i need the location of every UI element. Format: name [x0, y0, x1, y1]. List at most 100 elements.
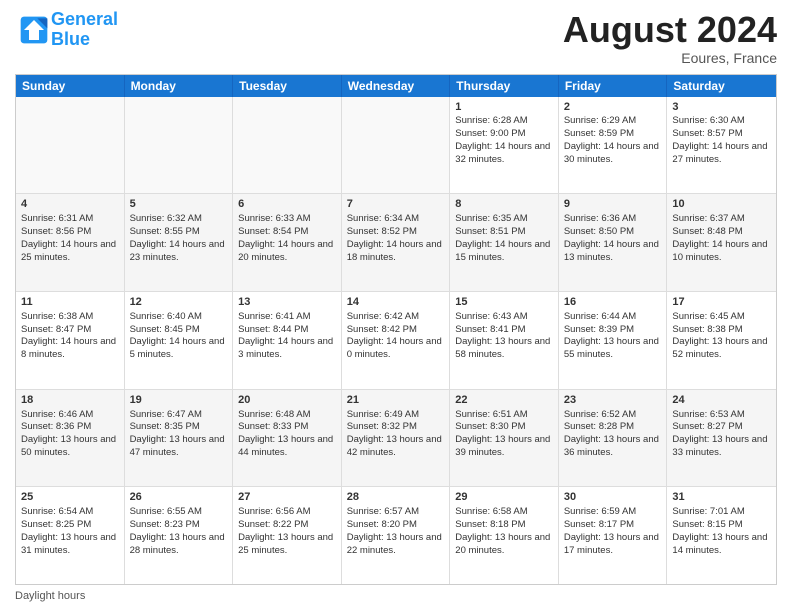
empty-cell	[342, 97, 451, 194]
day-cell-23: 23Sunrise: 6:52 AMSunset: 8:28 PMDayligh…	[559, 390, 668, 487]
logo: General Blue	[15, 10, 118, 50]
empty-cell	[16, 97, 125, 194]
day-cell-21: 21Sunrise: 6:49 AMSunset: 8:32 PMDayligh…	[342, 390, 451, 487]
day-number: 6	[238, 197, 336, 212]
day-info-line: Sunset: 8:54 PM	[238, 226, 336, 239]
day-info-line: Sunrise: 6:49 AM	[347, 409, 445, 422]
main-title: August 2024	[563, 10, 777, 50]
day-info-line: Daylight: 14 hours and 32 minutes.	[455, 141, 553, 167]
day-info-line: Sunrise: 6:31 AM	[21, 213, 119, 226]
day-info-line: Sunset: 8:55 PM	[130, 226, 228, 239]
day-info-line: Sunset: 8:47 PM	[21, 324, 119, 337]
day-cell-2: 2Sunrise: 6:29 AMSunset: 8:59 PMDaylight…	[559, 97, 668, 194]
day-info-line: Sunset: 8:22 PM	[238, 519, 336, 532]
calendar-row-0: 1Sunrise: 6:28 AMSunset: 9:00 PMDaylight…	[16, 97, 776, 195]
day-cell-27: 27Sunrise: 6:56 AMSunset: 8:22 PMDayligh…	[233, 487, 342, 584]
day-number: 30	[564, 490, 662, 505]
day-info-line: Sunrise: 6:33 AM	[238, 213, 336, 226]
day-info-line: Sunset: 8:56 PM	[21, 226, 119, 239]
calendar-row-2: 11Sunrise: 6:38 AMSunset: 8:47 PMDayligh…	[16, 292, 776, 390]
logo-icon	[19, 15, 49, 45]
logo-blue: Blue	[51, 29, 90, 49]
header-day-tuesday: Tuesday	[233, 75, 342, 97]
day-info-line: Sunset: 8:36 PM	[21, 421, 119, 434]
empty-cell	[125, 97, 234, 194]
day-cell-12: 12Sunrise: 6:40 AMSunset: 8:45 PMDayligh…	[125, 292, 234, 389]
day-cell-7: 7Sunrise: 6:34 AMSunset: 8:52 PMDaylight…	[342, 194, 451, 291]
day-info-line: Daylight: 14 hours and 13 minutes.	[564, 239, 662, 265]
day-info-line: Sunrise: 6:55 AM	[130, 506, 228, 519]
day-cell-14: 14Sunrise: 6:42 AMSunset: 8:42 PMDayligh…	[342, 292, 451, 389]
day-info-line: Daylight: 13 hours and 22 minutes.	[347, 532, 445, 558]
header-day-thursday: Thursday	[450, 75, 559, 97]
day-number: 14	[347, 295, 445, 310]
day-cell-3: 3Sunrise: 6:30 AMSunset: 8:57 PMDaylight…	[667, 97, 776, 194]
day-info-line: Daylight: 13 hours and 47 minutes.	[130, 434, 228, 460]
day-info-line: Sunset: 8:17 PM	[564, 519, 662, 532]
day-info-line: Sunrise: 6:59 AM	[564, 506, 662, 519]
day-info-line: Sunrise: 6:56 AM	[238, 506, 336, 519]
day-info-line: Sunrise: 6:46 AM	[21, 409, 119, 422]
footer-label: Daylight hours	[15, 590, 85, 602]
empty-cell	[233, 97, 342, 194]
day-info-line: Daylight: 13 hours and 55 minutes.	[564, 336, 662, 362]
subtitle: Eoures, France	[563, 50, 777, 66]
day-info-line: Sunrise: 6:36 AM	[564, 213, 662, 226]
day-info-line: Sunrise: 6:58 AM	[455, 506, 553, 519]
day-info-line: Sunrise: 6:53 AM	[672, 409, 771, 422]
day-info-line: Daylight: 14 hours and 5 minutes.	[130, 336, 228, 362]
day-info-line: Daylight: 13 hours and 33 minutes.	[672, 434, 771, 460]
page: General Blue August 2024 Eoures, France …	[0, 0, 792, 612]
calendar-body: 1Sunrise: 6:28 AMSunset: 9:00 PMDaylight…	[16, 97, 776, 584]
day-info-line: Daylight: 13 hours and 52 minutes.	[672, 336, 771, 362]
day-info-line: Sunset: 8:50 PM	[564, 226, 662, 239]
header-day-wednesday: Wednesday	[342, 75, 451, 97]
day-info-line: Daylight: 14 hours and 20 minutes.	[238, 239, 336, 265]
day-cell-29: 29Sunrise: 6:58 AMSunset: 8:18 PMDayligh…	[450, 487, 559, 584]
day-info-line: Sunset: 8:18 PM	[455, 519, 553, 532]
day-number: 29	[455, 490, 553, 505]
day-info-line: Sunset: 8:27 PM	[672, 421, 771, 434]
day-info-line: Daylight: 13 hours and 39 minutes.	[455, 434, 553, 460]
calendar-row-4: 25Sunrise: 6:54 AMSunset: 8:25 PMDayligh…	[16, 487, 776, 584]
day-info-line: Daylight: 13 hours and 28 minutes.	[130, 532, 228, 558]
calendar-row-1: 4Sunrise: 6:31 AMSunset: 8:56 PM Daylight…	[16, 194, 776, 292]
day-info-line: Sunrise: 6:34 AM	[347, 213, 445, 226]
day-info-line: Sunset: 9:00 PM	[455, 128, 553, 141]
day-number: 27	[238, 490, 336, 505]
calendar-header: SundayMondayTuesdayWednesdayThursdayFrid…	[16, 75, 776, 97]
day-info-line: Sunrise: 6:37 AM	[672, 213, 771, 226]
day-info-line: Daylight: 14 hours and 23 minutes.	[130, 239, 228, 265]
day-info-line: Sunrise: 6:45 AM	[672, 311, 771, 324]
day-number: 4	[21, 197, 119, 212]
day-number: 8	[455, 197, 553, 212]
day-info-line: Sunset: 8:23 PM	[130, 519, 228, 532]
day-number: 17	[672, 295, 771, 310]
day-cell-15: 15Sunrise: 6:43 AMSunset: 8:41 PMDayligh…	[450, 292, 559, 389]
logo-text: General Blue	[51, 10, 118, 50]
day-info-line: Sunrise: 6:41 AM	[238, 311, 336, 324]
day-info-line: Sunset: 8:59 PM	[564, 128, 662, 141]
day-info-line: Sunset: 8:28 PM	[564, 421, 662, 434]
day-number: 28	[347, 490, 445, 505]
day-cell-22: 22Sunrise: 6:51 AMSunset: 8:30 PMDayligh…	[450, 390, 559, 487]
day-cell-4: 4Sunrise: 6:31 AMSunset: 8:56 PMDaylight…	[16, 194, 125, 291]
day-info-line: Sunrise: 6:38 AM	[21, 311, 119, 324]
day-info-line: Sunset: 8:38 PM	[672, 324, 771, 337]
day-cell-26: 26Sunrise: 6:55 AMSunset: 8:23 PMDayligh…	[125, 487, 234, 584]
day-info-line: Sunrise: 6:43 AM	[455, 311, 553, 324]
day-number: 19	[130, 393, 228, 408]
day-info-line: Daylight: 14 hours and 30 minutes.	[564, 141, 662, 167]
day-number: 20	[238, 393, 336, 408]
day-info-line: Daylight: 13 hours and 25 minutes.	[238, 532, 336, 558]
day-info-line: Sunset: 8:39 PM	[564, 324, 662, 337]
day-number: 2	[564, 100, 662, 115]
header-day-sunday: Sunday	[16, 75, 125, 97]
day-number: 24	[672, 393, 771, 408]
day-cell-8: 8Sunrise: 6:35 AMSunset: 8:51 PMDaylight…	[450, 194, 559, 291]
day-info-line: Daylight: 14 hours and 0 minutes.	[347, 336, 445, 362]
day-cell-20: 20Sunrise: 6:48 AMSunset: 8:33 PMDayligh…	[233, 390, 342, 487]
day-info-line: Sunrise: 6:42 AM	[347, 311, 445, 324]
day-info-line: Sunset: 8:44 PM	[238, 324, 336, 337]
day-info-line: Daylight: 13 hours and 58 minutes.	[455, 336, 553, 362]
